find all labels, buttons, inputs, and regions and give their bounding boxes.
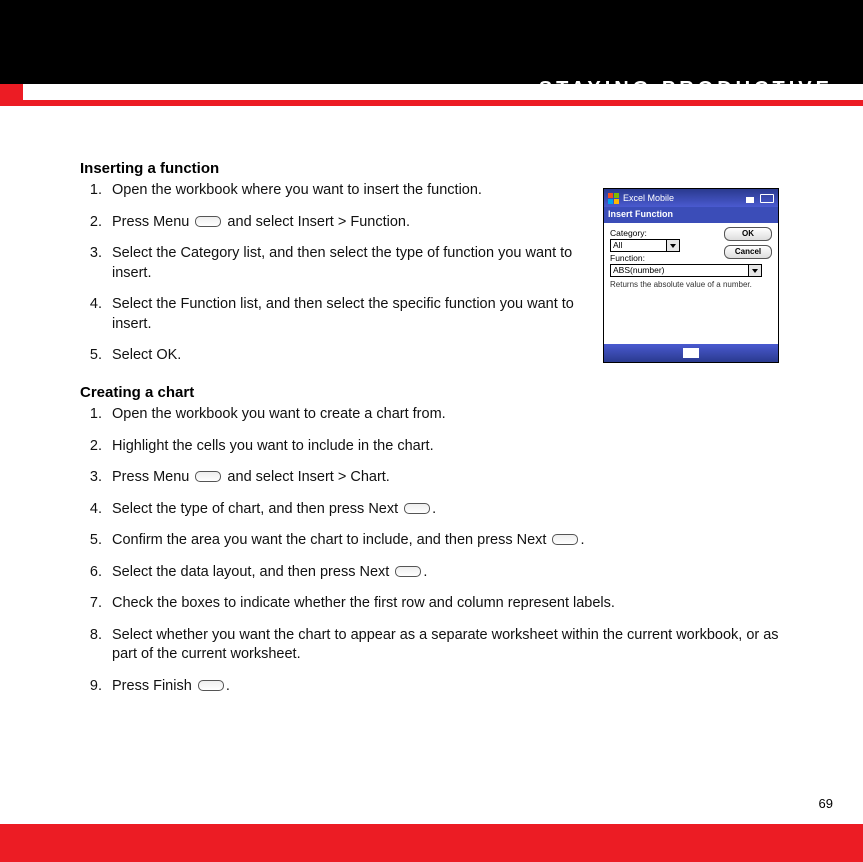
- page-number: 69: [819, 796, 833, 811]
- step: Check the boxes to indicate whether the …: [106, 594, 790, 614]
- step: Select OK.: [106, 346, 580, 366]
- keyboard-icon[interactable]: [683, 348, 699, 358]
- step: Press Menu and select Insert > Function.: [106, 213, 580, 233]
- footer-red-bar: [0, 824, 863, 862]
- step-text: Press Menu: [112, 469, 193, 485]
- function-dropdown[interactable]: ABS(number): [610, 264, 762, 277]
- step-text: Highlight the cells you want to include …: [112, 438, 434, 454]
- step: Confirm the area you want the chart to i…: [106, 531, 790, 551]
- step-text: Select the Function list, and then selec…: [112, 296, 574, 332]
- step: Open the workbook you want to create a c…: [106, 405, 790, 425]
- step: Select the Function list, and then selec…: [106, 295, 580, 334]
- dialog-body: OK Cancel Category: All Function: ABS(nu…: [604, 223, 778, 343]
- steps-inserting-function: Open the workbook where you want to inse…: [80, 181, 580, 366]
- step-text: and select Insert > Chart.: [223, 469, 389, 485]
- step-text: .: [580, 532, 584, 548]
- section-title-chart: Creating a chart: [80, 384, 800, 401]
- step-text: Open the workbook you want to create a c…: [112, 406, 446, 422]
- header-black-bar: [0, 0, 863, 84]
- section-title-inserting: Inserting a function: [80, 160, 800, 177]
- step-text: Select whether you want the chart to app…: [112, 627, 779, 663]
- step-text: Confirm the area you want the chart to i…: [112, 532, 550, 548]
- step: Press Finish .: [106, 677, 790, 697]
- step: Select the data layout, and then press N…: [106, 563, 790, 583]
- step: Highlight the cells you want to include …: [106, 437, 790, 457]
- cancel-button[interactable]: Cancel: [724, 245, 772, 259]
- step: Press Menu and select Insert > Chart.: [106, 468, 790, 488]
- device-screenshot: Excel Mobile Insert Function OK Cancel C…: [603, 188, 779, 363]
- function-value: ABS(number): [613, 265, 665, 275]
- step: Open the workbook where you want to inse…: [106, 181, 580, 201]
- device-titlebar: Excel Mobile: [604, 189, 778, 207]
- finish-key-icon: [198, 680, 224, 691]
- step-text: Check the boxes to indicate whether the …: [112, 595, 615, 611]
- step-text: Select the data layout, and then press N…: [112, 564, 393, 580]
- steps-creating-chart: Open the workbook you want to create a c…: [80, 405, 790, 697]
- device-app-title: Excel Mobile: [623, 193, 674, 203]
- battery-icon: [760, 194, 774, 203]
- step-text: Select the Category list, and then selec…: [112, 245, 572, 281]
- menu-key-icon: [195, 216, 221, 227]
- step-text: Press Menu: [112, 214, 193, 230]
- step: Select whether you want the chart to app…: [106, 626, 790, 665]
- step-text: .: [432, 501, 436, 517]
- header-red-notch: [0, 84, 23, 106]
- next-key-icon: [395, 566, 421, 577]
- signal-icon: [746, 193, 754, 203]
- step: Select the Category list, and then selec…: [106, 244, 580, 283]
- step-text: Select the type of chart, and then press…: [112, 501, 402, 517]
- device-bottombar: [604, 344, 778, 362]
- category-dropdown[interactable]: All: [610, 239, 680, 252]
- menu-key-icon: [195, 471, 221, 482]
- step-text: and select Insert > Function.: [223, 214, 410, 230]
- step-text: Select OK.: [112, 347, 181, 363]
- step-text: .: [423, 564, 427, 580]
- step-text: Press Finish: [112, 678, 196, 694]
- windows-flag-icon: [608, 193, 619, 204]
- category-value: All: [613, 240, 622, 250]
- step-text: .: [226, 678, 230, 694]
- chapter-title: STAYING PRODUCTIVE: [539, 78, 833, 101]
- function-help-text: Returns the absolute value of a number.: [610, 280, 772, 289]
- step-text: Open the workbook where you want to inse…: [112, 182, 482, 198]
- step: Select the type of chart, and then press…: [106, 500, 790, 520]
- next-key-icon: [404, 503, 430, 514]
- next-key-icon: [552, 534, 578, 545]
- ok-button[interactable]: OK: [724, 227, 772, 241]
- dialog-title: Insert Function: [604, 207, 778, 223]
